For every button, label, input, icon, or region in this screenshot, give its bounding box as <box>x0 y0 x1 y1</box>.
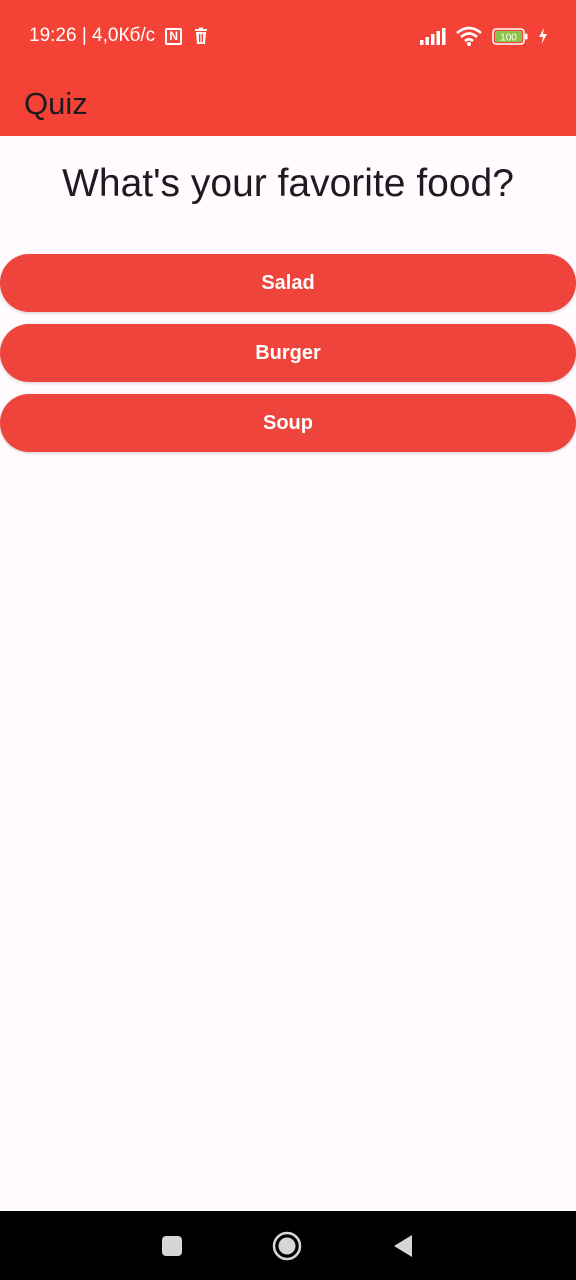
status-right: 100 <box>420 26 548 46</box>
battery-icon: 100 <box>492 27 528 45</box>
answer-list: Salad Burger Soup <box>0 254 576 452</box>
wifi-icon <box>456 26 482 46</box>
navigation-bar <box>0 1211 576 1280</box>
answer-button-salad[interactable]: Salad <box>0 254 576 312</box>
recent-apps-icon[interactable] <box>162 1235 182 1256</box>
app-title: Quiz <box>24 86 88 121</box>
status-left: 19:26 | 4,0Кб/c N <box>29 25 210 47</box>
answer-button-soup[interactable]: Soup <box>0 394 576 452</box>
trash-icon <box>195 27 208 44</box>
status-bar: 19:26 | 4,0Кб/c N 100 <box>0 0 576 72</box>
home-icon[interactable] <box>272 1231 302 1261</box>
battery-level: 100 <box>500 32 517 43</box>
quiz-content: What's your favorite food? Salad Burger … <box>0 136 576 464</box>
nfc-icon: N <box>165 27 183 45</box>
back-icon[interactable] <box>392 1234 414 1258</box>
status-time-speed: 19:26 | 4,0Кб/c <box>29 25 156 46</box>
charging-bolt-icon <box>539 28 547 44</box>
app-bar: Quiz <box>0 72 576 136</box>
signal-icon <box>420 27 446 45</box>
answer-button-burger[interactable]: Burger <box>0 324 576 382</box>
question-text: What's your favorite food? <box>62 162 514 205</box>
